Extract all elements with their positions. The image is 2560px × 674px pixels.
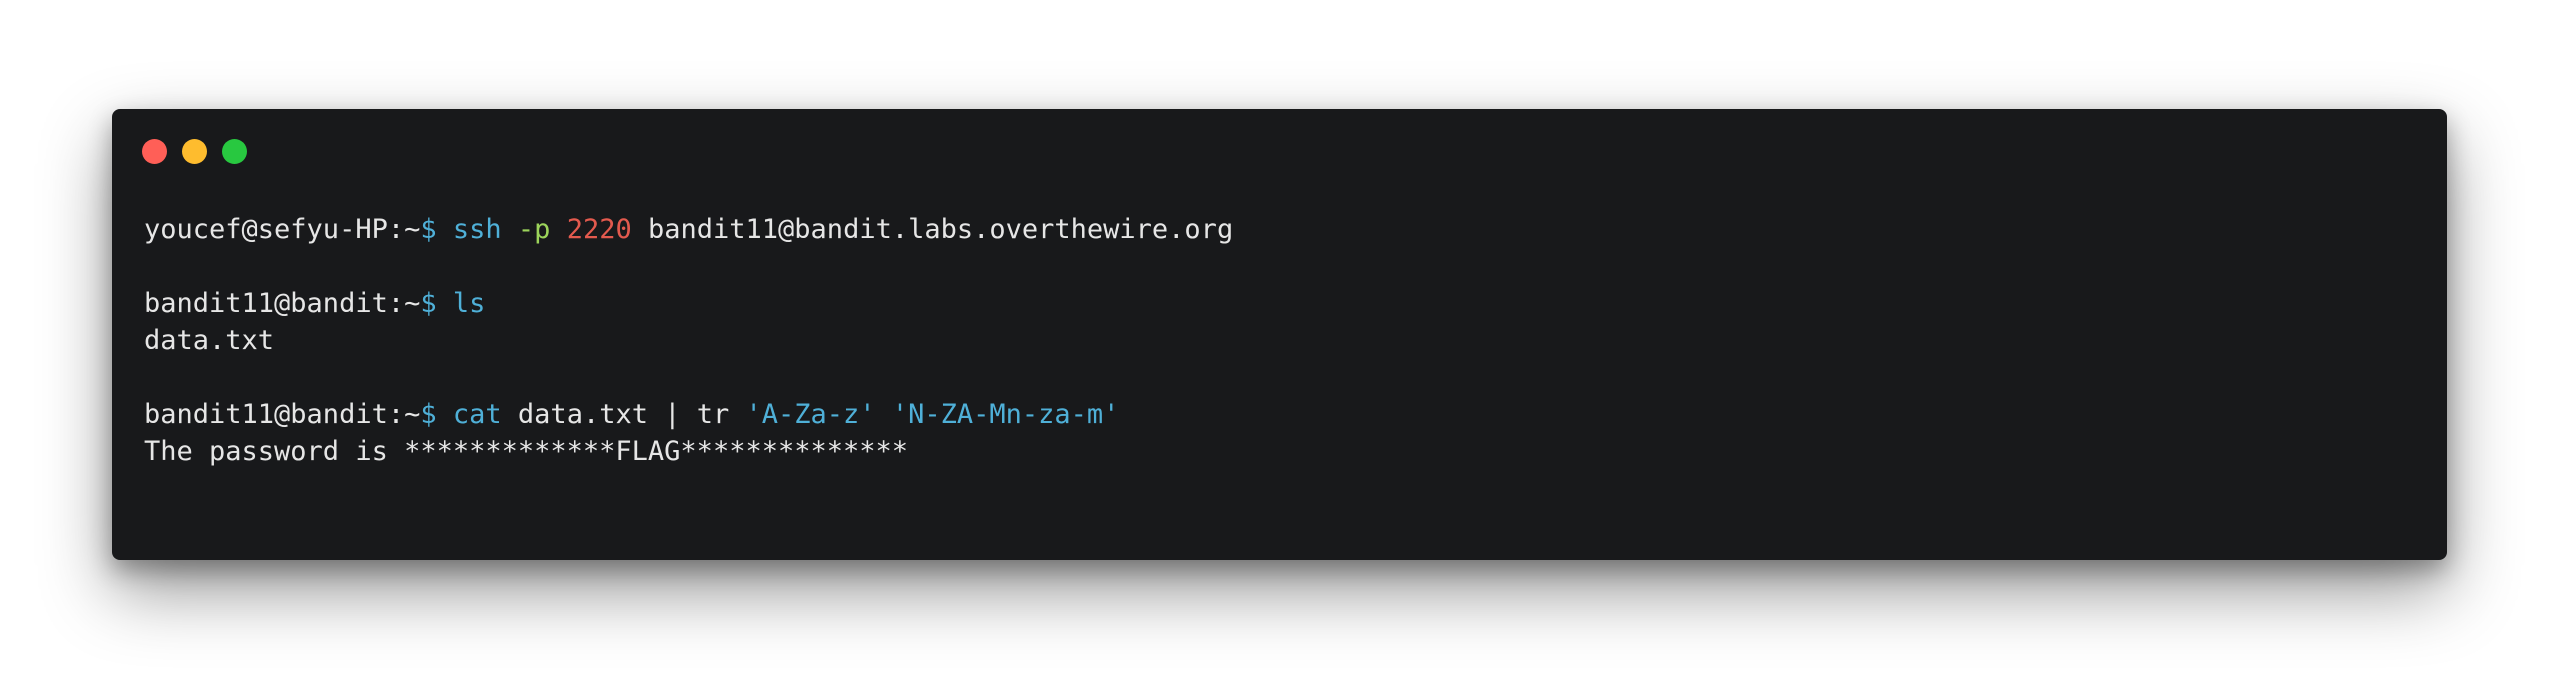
prompt-symbol: $ bbox=[420, 214, 437, 245]
command-args: data.txt | tr bbox=[517, 399, 730, 430]
command: cat bbox=[452, 399, 502, 430]
terminal-line: youcef@sefyu-HP:~$ ssh -p 2220 bandit11@… bbox=[144, 211, 2417, 248]
prompt: youcef@sefyu-HP:~ bbox=[144, 214, 421, 245]
close-button[interactable] bbox=[142, 139, 167, 164]
command-option: -p bbox=[517, 214, 551, 245]
window-controls bbox=[142, 139, 247, 164]
terminal-line: bandit11@bandit:~$ cat data.txt | tr 'A-… bbox=[144, 396, 2417, 433]
tr-set1: 'A-Za-z' bbox=[745, 399, 876, 430]
maximize-button[interactable] bbox=[222, 139, 247, 164]
prompt-symbol: $ bbox=[420, 288, 437, 319]
terminal-line: bandit11@bandit:~$ ls bbox=[144, 285, 2417, 322]
port-number: 2220 bbox=[566, 214, 632, 245]
command: ssh bbox=[452, 214, 502, 245]
prompt: bandit11@bandit:~ bbox=[144, 288, 421, 319]
prompt-symbol: $ bbox=[420, 399, 437, 430]
ssh-target: bandit11@bandit.labs.overthewire.org bbox=[648, 214, 1234, 245]
terminal-output[interactable]: youcef@sefyu-HP:~$ ssh -p 2220 bandit11@… bbox=[144, 211, 2417, 470]
tr-set2: 'N-ZA-Mn-za-m' bbox=[891, 399, 1120, 430]
command: ls bbox=[452, 288, 486, 319]
terminal-window: youcef@sefyu-HP:~$ ssh -p 2220 bandit11@… bbox=[112, 109, 2447, 560]
prompt: bandit11@bandit:~ bbox=[144, 399, 421, 430]
command-output: The password is *************FLAG*******… bbox=[144, 436, 909, 467]
command-output: data.txt bbox=[144, 325, 275, 356]
minimize-button[interactable] bbox=[182, 139, 207, 164]
